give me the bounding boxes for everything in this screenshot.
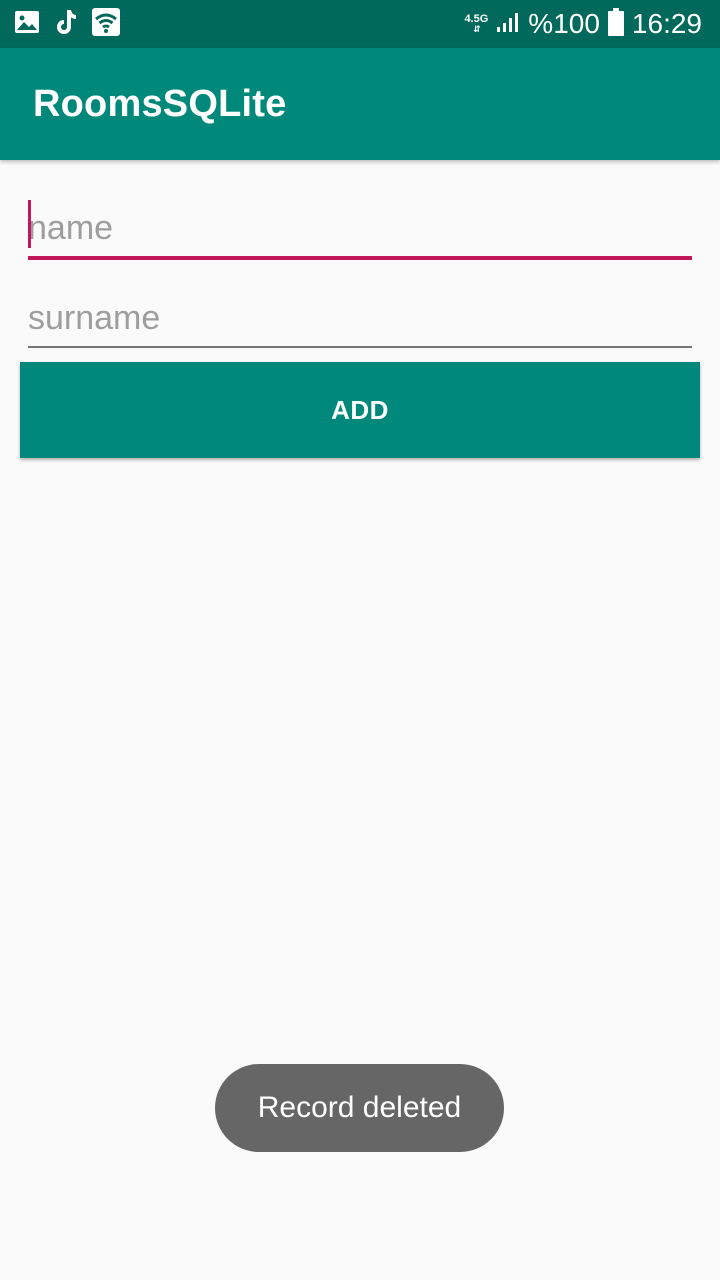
tiktok-icon: [54, 8, 78, 36]
name-input[interactable]: [28, 200, 692, 256]
name-field[interactable]: [28, 200, 692, 260]
text-cursor: [28, 200, 31, 248]
battery-icon: [607, 7, 624, 41]
signal-icon: [496, 11, 520, 38]
battery-percentage: %100: [528, 8, 600, 39]
surname-underline: [28, 346, 692, 348]
network-type: 4.5G ⇵: [464, 13, 489, 35]
system-indicators: 4.5G ⇵ %100 16:29: [464, 0, 702, 48]
surname-field[interactable]: [28, 290, 692, 348]
wifi-icon: [92, 8, 120, 36]
surname-input[interactable]: [28, 290, 692, 346]
app-title: RoomsSQLite: [33, 83, 287, 125]
app-bar: RoomsSQLite: [0, 48, 720, 160]
toast-message: Record deleted: [215, 1064, 504, 1152]
clock: 16:29: [631, 8, 702, 39]
status-bar: 4.5G ⇵ %100 16:29: [0, 0, 720, 48]
name-underline: [28, 256, 692, 260]
gallery-icon: [14, 9, 40, 35]
notification-icons: [14, 8, 120, 36]
add-button[interactable]: ADD: [20, 362, 700, 458]
